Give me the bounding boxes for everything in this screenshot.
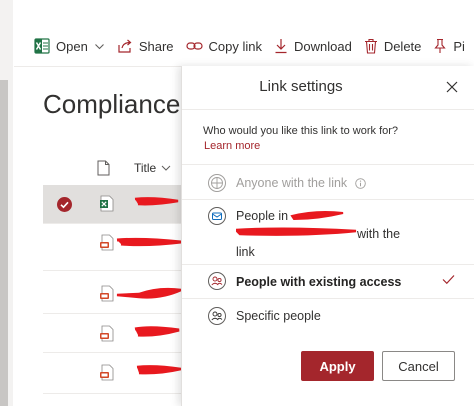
info-icon[interactable] xyxy=(355,178,366,189)
link-settings-panel: Link settings Who would you like this li… xyxy=(181,66,474,406)
table-row[interactable] xyxy=(43,315,183,353)
panel-divider xyxy=(182,264,474,265)
table-row[interactable] xyxy=(43,275,183,313)
redaction-mark xyxy=(116,287,183,299)
option-label: Anyone with the link xyxy=(236,176,348,190)
copy-link-icon xyxy=(185,42,203,50)
page-title: Compliance F xyxy=(43,89,204,119)
people-icon xyxy=(208,272,226,290)
share-button[interactable]: Share xyxy=(111,27,180,65)
cancel-button[interactable]: Cancel xyxy=(382,351,455,381)
share-label: Share xyxy=(138,38,174,54)
delete-button[interactable]: Delete xyxy=(358,27,428,65)
open-label: Open xyxy=(56,38,88,54)
specific-people-icon xyxy=(208,307,226,325)
download-icon xyxy=(275,39,287,54)
row-divider xyxy=(43,352,183,353)
open-button[interactable]: Open xyxy=(14,27,111,65)
option-people-in-organization[interactable]: People in with the link xyxy=(182,202,474,264)
redaction-mark xyxy=(116,237,182,247)
redaction-mark xyxy=(134,197,179,206)
option-label: Specific people xyxy=(236,309,321,323)
title-column-header[interactable]: Title xyxy=(134,161,156,175)
copy-link-label: Copy link xyxy=(208,38,262,54)
copy-link-button[interactable]: Copy link xyxy=(180,27,268,65)
table-row[interactable] xyxy=(43,185,183,223)
option-label-suffix: with the xyxy=(357,227,401,241)
pin-label: Pi xyxy=(453,38,465,54)
redaction-mark xyxy=(134,326,180,337)
share-icon xyxy=(118,39,132,53)
panel-divider xyxy=(182,109,474,110)
apply-button[interactable]: Apply xyxy=(301,351,374,381)
redaction-mark xyxy=(136,365,182,375)
pin-button[interactable]: Pi xyxy=(427,27,471,65)
pin-icon xyxy=(434,38,447,53)
table-row[interactable] xyxy=(43,354,183,392)
scrollbar-track[interactable] xyxy=(0,80,8,406)
panel-divider xyxy=(182,164,474,165)
document-icon[interactable] xyxy=(97,160,110,176)
column-header-row: Title xyxy=(43,157,183,181)
link-scope-question: Who would you like this link to work for… xyxy=(203,125,399,137)
left-rail xyxy=(0,0,13,406)
row-divider xyxy=(43,223,183,224)
panel-divider xyxy=(182,298,474,299)
chevron-down-icon xyxy=(94,43,104,49)
row-divider xyxy=(43,313,183,314)
option-people-with-existing-access[interactable]: People with existing access xyxy=(182,268,474,296)
option-label-end: link xyxy=(236,245,255,259)
checkmark-icon xyxy=(442,275,455,285)
row-divider xyxy=(43,393,183,394)
command-bar: Open Share Copy link Download Delete Pi xyxy=(14,27,474,65)
building-icon xyxy=(208,207,226,225)
delete-label: Delete xyxy=(383,38,422,54)
table-row[interactable] xyxy=(43,224,183,262)
option-specific-people[interactable]: Specific people xyxy=(182,302,474,330)
close-icon xyxy=(446,81,458,93)
download-button[interactable]: Download xyxy=(268,27,358,65)
close-button[interactable] xyxy=(441,76,463,98)
option-label: People with existing access xyxy=(236,275,402,289)
option-anyone-with-link[interactable]: Anyone with the link xyxy=(182,169,474,197)
download-label: Download xyxy=(293,38,352,54)
learn-more-link[interactable]: Learn more xyxy=(204,140,260,152)
excel-icon xyxy=(34,38,50,54)
chevron-down-icon[interactable] xyxy=(161,163,171,173)
delete-icon xyxy=(364,38,377,54)
panel-divider xyxy=(182,199,474,200)
row-divider xyxy=(43,270,183,271)
globe-icon xyxy=(208,174,226,192)
panel-title: Link settings xyxy=(259,78,343,95)
